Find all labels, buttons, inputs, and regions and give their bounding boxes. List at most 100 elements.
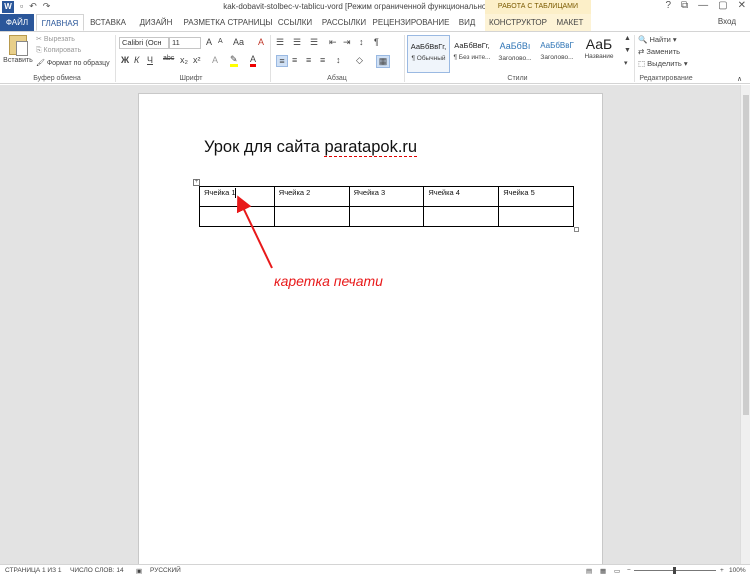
shading-icon[interactable]: ◇ — [356, 55, 363, 66]
borders-icon[interactable]: ▦ — [376, 55, 390, 68]
cut-button[interactable]: ✂ Вырезать — [36, 35, 75, 43]
ribbon-display-icon[interactable]: ⧉ — [681, 0, 688, 11]
tab-view[interactable]: ВИД — [452, 14, 482, 31]
tab-references[interactable]: ССЫЛКИ — [276, 14, 314, 31]
strikethrough-button[interactable]: abc — [163, 55, 174, 62]
vertical-scrollbar[interactable] — [740, 85, 750, 564]
paste-label: Вставить — [3, 57, 33, 64]
zoom-level[interactable]: 100% — [729, 567, 746, 574]
tab-page-layout[interactable]: РАЗМЕТКА СТРАНИЦЫ — [182, 14, 274, 31]
format-painter-button[interactable]: 🖌 Формат по образцу — [36, 59, 110, 67]
tab-insert[interactable]: ВСТАВКА — [88, 14, 128, 31]
underline-button[interactable]: Ч — [147, 55, 153, 65]
table-cell[interactable]: Ячейка 5 — [498, 186, 574, 207]
copy-button[interactable]: ⎘ Копировать — [36, 47, 81, 55]
highlight-icon[interactable]: ✎ — [230, 55, 238, 67]
page-count[interactable]: СТРАНИЦА 1 ИЗ 1 — [5, 567, 61, 574]
table-cell[interactable] — [348, 206, 425, 227]
clear-formatting-icon[interactable]: A — [258, 37, 264, 47]
replace-label: Заменить — [646, 47, 681, 56]
table-cell[interactable] — [498, 206, 574, 227]
italic-button[interactable]: К — [134, 55, 139, 65]
show-formatting-icon[interactable]: ¶ — [374, 37, 379, 47]
style-normal[interactable]: АаБбВвГг, ¶ Обычный — [407, 35, 450, 73]
styles-scroll-down-icon[interactable]: ▼ — [624, 47, 631, 54]
annotation-label: каретка печати — [274, 273, 383, 289]
style-sample: АаБбВвГ — [540, 41, 574, 50]
shrink-font-icon[interactable]: A — [218, 38, 223, 45]
table-move-handle[interactable]: + — [193, 179, 200, 186]
table-cell[interactable]: Ячейка 2 — [273, 186, 350, 207]
change-case-icon[interactable]: Aa — [233, 37, 244, 47]
style-heading-2[interactable]: АаБбВвГ Заголово... — [537, 35, 577, 73]
zoom-slider-thumb[interactable] — [673, 567, 676, 574]
increase-indent-icon[interactable]: ⇥ — [343, 37, 351, 48]
font-size-select[interactable]: 11 — [169, 37, 201, 49]
style-no-spacing[interactable]: АаБбВвГг, ¶ Без инте... — [451, 35, 493, 73]
font-name-select[interactable]: Calibri (Осн — [119, 37, 169, 49]
align-center-icon[interactable]: ≡ — [292, 55, 297, 65]
justify-icon[interactable]: ≡ — [320, 55, 325, 65]
sort-icon[interactable]: ↕ — [359, 37, 364, 47]
web-layout-icon[interactable]: ▭ — [614, 567, 620, 575]
table-cell[interactable] — [199, 206, 275, 227]
sign-in-link[interactable]: Вход — [718, 17, 736, 26]
zoom-out-button[interactable]: − — [627, 567, 631, 574]
print-layout-icon[interactable]: ▦ — [600, 567, 606, 575]
tab-design[interactable]: ДИЗАЙН — [136, 14, 176, 31]
styles-more-icon[interactable]: ▾ — [624, 59, 628, 67]
grow-font-icon[interactable]: A — [206, 37, 212, 47]
tab-file[interactable]: ФАЙЛ — [0, 14, 34, 31]
tab-home[interactable]: ГЛАВНАЯ — [36, 14, 84, 31]
superscript-button[interactable]: x² — [193, 55, 201, 65]
collapse-ribbon-icon[interactable]: ∧ — [737, 75, 742, 83]
table-cell[interactable] — [423, 206, 500, 227]
tab-mailings[interactable]: РАССЫЛКИ — [320, 14, 368, 31]
text-caret — [235, 188, 236, 198]
select-button[interactable]: ⬚ Выделить ▾ — [638, 59, 688, 68]
text-effects-icon[interactable]: A — [212, 55, 218, 65]
tab-review[interactable]: РЕЦЕНЗИРОВАНИЕ — [372, 14, 450, 31]
table-cell[interactable]: Ячейка 4 — [423, 186, 500, 207]
subscript-button[interactable]: x₂ — [180, 55, 188, 65]
clipboard-group-label: Буфер обмена — [33, 75, 81, 82]
document-heading[interactable]: Урок для сайта paratapok.ru — [204, 138, 418, 157]
line-spacing-icon[interactable]: ↕ — [336, 55, 341, 65]
word-count[interactable]: ЧИСЛО СЛОВ: 14 — [70, 567, 124, 574]
status-bar: СТРАНИЦА 1 ИЗ 1 ЧИСЛО СЛОВ: 14 ▣ РУССКИЙ… — [0, 564, 750, 576]
table-resize-handle[interactable] — [574, 227, 579, 232]
close-icon[interactable]: ✕ — [738, 0, 746, 11]
bold-button[interactable]: Ж — [121, 55, 129, 65]
ribbon: Вставить ✂ Вырезать ⎘ Копировать 🖌 Форма… — [0, 31, 750, 84]
numbering-icon[interactable]: ☰ — [293, 37, 301, 48]
table-cell[interactable] — [273, 206, 350, 227]
decrease-indent-icon[interactable]: ⇤ — [329, 37, 337, 48]
maximize-icon[interactable]: ▢ — [718, 0, 727, 11]
table-cell[interactable]: Ячейка 1 — [199, 186, 275, 207]
document-page[interactable] — [138, 93, 603, 576]
zoom-in-button[interactable]: + — [720, 567, 724, 574]
scrollbar-thumb[interactable] — [743, 95, 749, 415]
window-controls: ? ⧉ — ▢ ✕ — [665, 0, 746, 11]
font-color-icon[interactable]: A — [250, 55, 257, 67]
minimize-icon[interactable]: — — [698, 0, 708, 11]
paste-button[interactable]: Вставить — [3, 35, 33, 73]
find-button[interactable]: 🔍 Найти ▾ — [638, 35, 677, 44]
heading-text: Урок для сайта — [204, 138, 325, 156]
tab-table-design[interactable]: КОНСТРУКТОР — [487, 14, 549, 31]
multilevel-list-icon[interactable]: ☰ — [310, 37, 318, 48]
read-mode-icon[interactable]: ▤ — [586, 567, 592, 575]
align-left-icon[interactable]: ≡ — [276, 55, 288, 67]
replace-button[interactable]: ⇄ Заменить — [638, 47, 680, 56]
style-title[interactable]: АаБ Название — [579, 35, 619, 73]
styles-scroll-up-icon[interactable]: ▲ — [624, 35, 631, 42]
align-right-icon[interactable]: ≡ — [306, 55, 311, 65]
help-icon[interactable]: ? — [665, 0, 671, 11]
tab-table-layout[interactable]: МАКЕТ — [552, 14, 588, 31]
bullets-icon[interactable]: ☰ — [276, 37, 284, 48]
proofing-icon[interactable]: ▣ — [136, 567, 142, 575]
language-indicator[interactable]: РУССКИЙ — [150, 567, 181, 574]
style-heading-1[interactable]: АаБбВı Заголово... — [495, 35, 535, 73]
table-cell[interactable]: Ячейка 3 — [348, 186, 425, 207]
paragraph-group-label: Абзац — [327, 75, 347, 82]
